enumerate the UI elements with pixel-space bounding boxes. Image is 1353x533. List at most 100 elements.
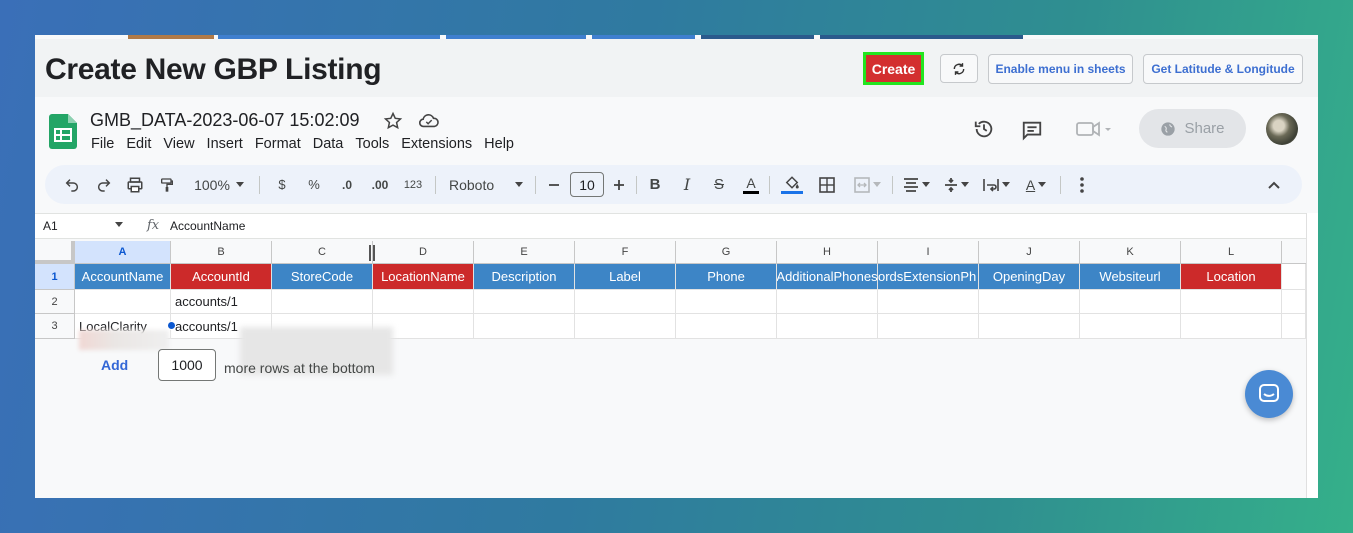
- avatar[interactable]: [1266, 113, 1298, 145]
- table-cell[interactable]: [272, 290, 373, 314]
- table-cell[interactable]: [676, 290, 777, 314]
- wrap-icon[interactable]: [980, 165, 1012, 204]
- column-header-d[interactable]: D: [373, 241, 474, 264]
- create-button[interactable]: Create: [863, 52, 924, 85]
- table-cell[interactable]: [1282, 290, 1306, 314]
- menu-extensions[interactable]: Extensions: [401, 136, 472, 152]
- table-cell[interactable]: [474, 314, 575, 339]
- table-cell[interactable]: [979, 314, 1080, 339]
- history-icon[interactable]: [973, 118, 995, 145]
- menu-format[interactable]: Format: [255, 136, 301, 152]
- strikethrough-icon[interactable]: S: [709, 165, 729, 204]
- zoom-select[interactable]: 100%: [189, 165, 249, 204]
- percent-format-button[interactable]: %: [304, 165, 324, 204]
- increase-decimal-button[interactable]: .00: [367, 165, 393, 204]
- chat-button[interactable]: [1245, 370, 1293, 418]
- header-cell-phone[interactable]: Phone: [676, 264, 777, 290]
- undo-icon[interactable]: [61, 165, 83, 204]
- menu-edit[interactable]: Edit: [126, 136, 151, 152]
- name-box[interactable]: A1: [43, 219, 58, 233]
- header-cell-websiteurl[interactable]: Websiteurl: [1080, 264, 1181, 290]
- number-format-button[interactable]: 123: [400, 165, 426, 204]
- table-cell[interactable]: [777, 290, 878, 314]
- cloud-icon[interactable]: [418, 112, 440, 135]
- redo-icon[interactable]: [93, 165, 115, 204]
- paint-format-icon[interactable]: [156, 165, 178, 204]
- document-title[interactable]: GMB_DATA-2023-06-07 15:02:09: [90, 110, 359, 131]
- decrease-decimal-button[interactable]: .0: [335, 165, 359, 204]
- header-cell-accountname[interactable]: AccountName: [75, 264, 171, 290]
- align-icon[interactable]: [900, 165, 932, 204]
- column-header-b[interactable]: B: [171, 241, 272, 264]
- formula-input[interactable]: AccountName: [170, 219, 245, 233]
- column-header-g[interactable]: G: [676, 241, 777, 264]
- table-cell[interactable]: [878, 314, 979, 339]
- bold-icon[interactable]: B: [645, 165, 665, 204]
- table-cell-b2[interactable]: accounts/1: [171, 290, 272, 314]
- share-button[interactable]: Share: [1139, 109, 1246, 148]
- valign-icon[interactable]: [940, 165, 972, 204]
- add-rows-button[interactable]: Add: [101, 357, 128, 373]
- italic-icon[interactable]: I: [677, 165, 697, 204]
- rows-count-input[interactable]: 1000: [158, 349, 216, 381]
- vertical-scrollbar[interactable]: [1306, 213, 1318, 498]
- table-cell[interactable]: [575, 314, 676, 339]
- print-icon[interactable]: [124, 165, 146, 204]
- text-color-icon[interactable]: A: [741, 165, 761, 204]
- row-header-1[interactable]: 1: [35, 264, 75, 290]
- column-header-j[interactable]: J: [979, 241, 1080, 264]
- header-cell-label[interactable]: Label: [575, 264, 676, 290]
- enable-menu-button[interactable]: Enable menu in sheets: [988, 54, 1133, 84]
- rotate-icon[interactable]: A: [1020, 165, 1052, 204]
- table-cell[interactable]: [1282, 264, 1306, 290]
- table-cell[interactable]: [1080, 314, 1181, 339]
- table-cell[interactable]: [1181, 314, 1282, 339]
- table-cell[interactable]: [474, 290, 575, 314]
- table-cell[interactable]: [373, 290, 474, 314]
- table-cell[interactable]: [777, 314, 878, 339]
- column-header-e[interactable]: E: [474, 241, 575, 264]
- fill-color-icon[interactable]: [780, 165, 804, 204]
- menu-insert[interactable]: Insert: [207, 136, 243, 152]
- table-cell-a2[interactable]: [75, 290, 171, 314]
- row-header-3[interactable]: 3: [35, 314, 75, 339]
- freeze-column-handle[interactable]: [369, 245, 375, 261]
- menu-file[interactable]: File: [91, 136, 114, 152]
- decrease-font-size-button[interactable]: [545, 165, 563, 204]
- meet-icon[interactable]: [1076, 120, 1112, 143]
- table-cell[interactable]: [1080, 290, 1181, 314]
- header-cell-location[interactable]: Location: [1181, 264, 1282, 290]
- header-cell-storecode[interactable]: StoreCode: [272, 264, 373, 290]
- header-cell-extension[interactable]: ordsExtensionPh: [878, 264, 979, 290]
- header-cell-openingday[interactable]: OpeningDay: [979, 264, 1080, 290]
- header-cell-additionalphones[interactable]: AdditionalPhones: [777, 264, 878, 290]
- row-header-2[interactable]: 2: [35, 290, 75, 314]
- column-header-i[interactable]: I: [878, 241, 979, 264]
- header-cell-locationname[interactable]: LocationName: [373, 264, 474, 290]
- currency-format-button[interactable]: $: [272, 165, 292, 204]
- header-cell-accountid[interactable]: AccountId: [171, 264, 272, 290]
- refresh-button[interactable]: [940, 54, 978, 83]
- table-cell[interactable]: [878, 290, 979, 314]
- column-header-h[interactable]: H: [777, 241, 878, 264]
- table-cell[interactable]: [676, 314, 777, 339]
- star-icon[interactable]: [383, 111, 403, 136]
- column-header-f[interactable]: F: [575, 241, 676, 264]
- menu-view[interactable]: View: [163, 136, 194, 152]
- sheets-logo-icon[interactable]: [49, 114, 77, 149]
- table-cell[interactable]: [1282, 314, 1306, 339]
- table-cell[interactable]: [575, 290, 676, 314]
- comment-icon[interactable]: [1021, 119, 1043, 146]
- collapse-icon[interactable]: [1264, 165, 1284, 204]
- column-header-c[interactable]: C: [272, 241, 373, 264]
- column-header-l[interactable]: L: [1181, 241, 1282, 264]
- column-header-m[interactable]: [1282, 241, 1306, 264]
- more-icon[interactable]: [1072, 165, 1092, 204]
- menu-help[interactable]: Help: [484, 136, 514, 152]
- font-size-input[interactable]: 10: [570, 172, 604, 197]
- selection-drag-handle[interactable]: [167, 321, 176, 330]
- increase-font-size-button[interactable]: [610, 165, 628, 204]
- merge-icon[interactable]: [848, 165, 886, 204]
- column-header-a[interactable]: A: [75, 241, 171, 264]
- font-select[interactable]: Roboto: [445, 165, 527, 204]
